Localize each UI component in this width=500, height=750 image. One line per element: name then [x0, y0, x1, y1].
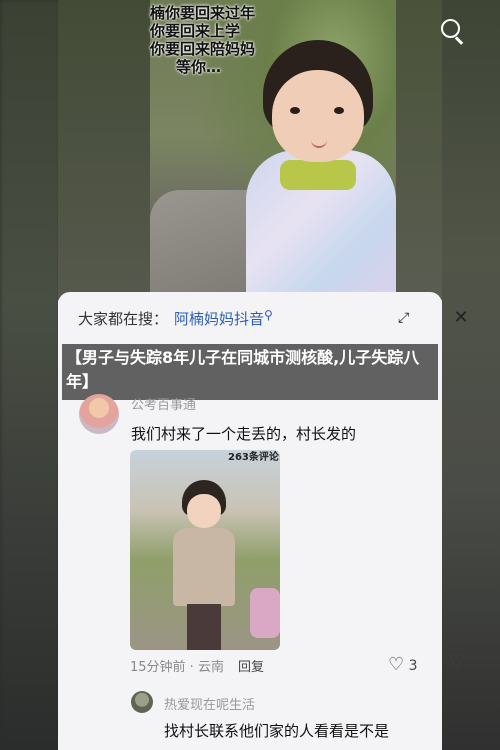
search-icon[interactable] — [438, 16, 468, 46]
girl-face — [272, 70, 364, 162]
comment-text: 我们村来了一个走丢的，村长发的 — [131, 425, 357, 443]
kid-face — [187, 494, 221, 528]
caption-line: 你要回来陪妈妈 — [150, 40, 256, 58]
caption-line: 等你… — [176, 58, 222, 76]
suggested-search-prefix: 大家都在搜： — [78, 310, 169, 328]
video-blur-right — [396, 0, 442, 300]
search-icon-handle — [455, 36, 464, 45]
comment-text: 找村长联系他们家的人看看是不是 — [164, 722, 390, 740]
comment-username[interactable]: 公考百事通 — [131, 394, 196, 413]
heart-icon: ♡ — [388, 654, 405, 675]
girl-eye — [290, 107, 300, 114]
video-blur-left — [58, 0, 150, 300]
image-overlay-text: 263条评论 — [228, 452, 279, 463]
pink-bag — [250, 588, 280, 638]
comment-location: 云南 — [197, 660, 224, 675]
stone-wall — [150, 190, 260, 300]
video-caption: 楠你要回来过年 你要回来上学 你要回来陪妈妈 等你… — [150, 4, 300, 76]
comment-time: 15分钟前 — [130, 660, 186, 675]
background-blur-right — [440, 0, 500, 750]
avatar[interactable] — [131, 691, 153, 713]
comment-username[interactable]: 热爱现在呢生活 — [164, 694, 255, 713]
like-count: 3 — [408, 658, 418, 674]
search-icon-ring — [441, 19, 460, 38]
caption-line: 你要回来上学 — [150, 22, 241, 40]
kid-legs — [187, 604, 221, 650]
like-button[interactable]: ♡ 3 — [388, 654, 418, 675]
broken-heart-icon[interactable]: ♡ — [449, 652, 464, 672]
girl-eye — [334, 107, 344, 114]
reply-button[interactable]: 回复 — [238, 660, 264, 675]
caption-line: 楠你要回来过年 — [150, 4, 256, 22]
girl-collar — [280, 160, 356, 190]
kid-coat — [173, 528, 235, 606]
close-icon[interactable]: ✕ — [451, 308, 471, 328]
suggested-search-query[interactable]: 阿楠妈妈抖音 — [174, 310, 264, 328]
avatar[interactable] — [79, 394, 119, 434]
news-headline: 【男子与失踪8年儿子在同城市测核酸,儿子失踪八年】 — [62, 344, 438, 400]
comment-image[interactable]: 263条评论 — [130, 450, 280, 650]
search-icon: ⚲ — [264, 308, 273, 322]
comment-meta: 15分钟前 · 云南 回复 — [130, 660, 264, 675]
suggested-search[interactable]: 大家都在搜： 阿楠妈妈抖音⚲ — [78, 308, 273, 329]
background-blur-left — [0, 0, 60, 750]
expand-icon[interactable]: ⤢ — [398, 310, 416, 328]
